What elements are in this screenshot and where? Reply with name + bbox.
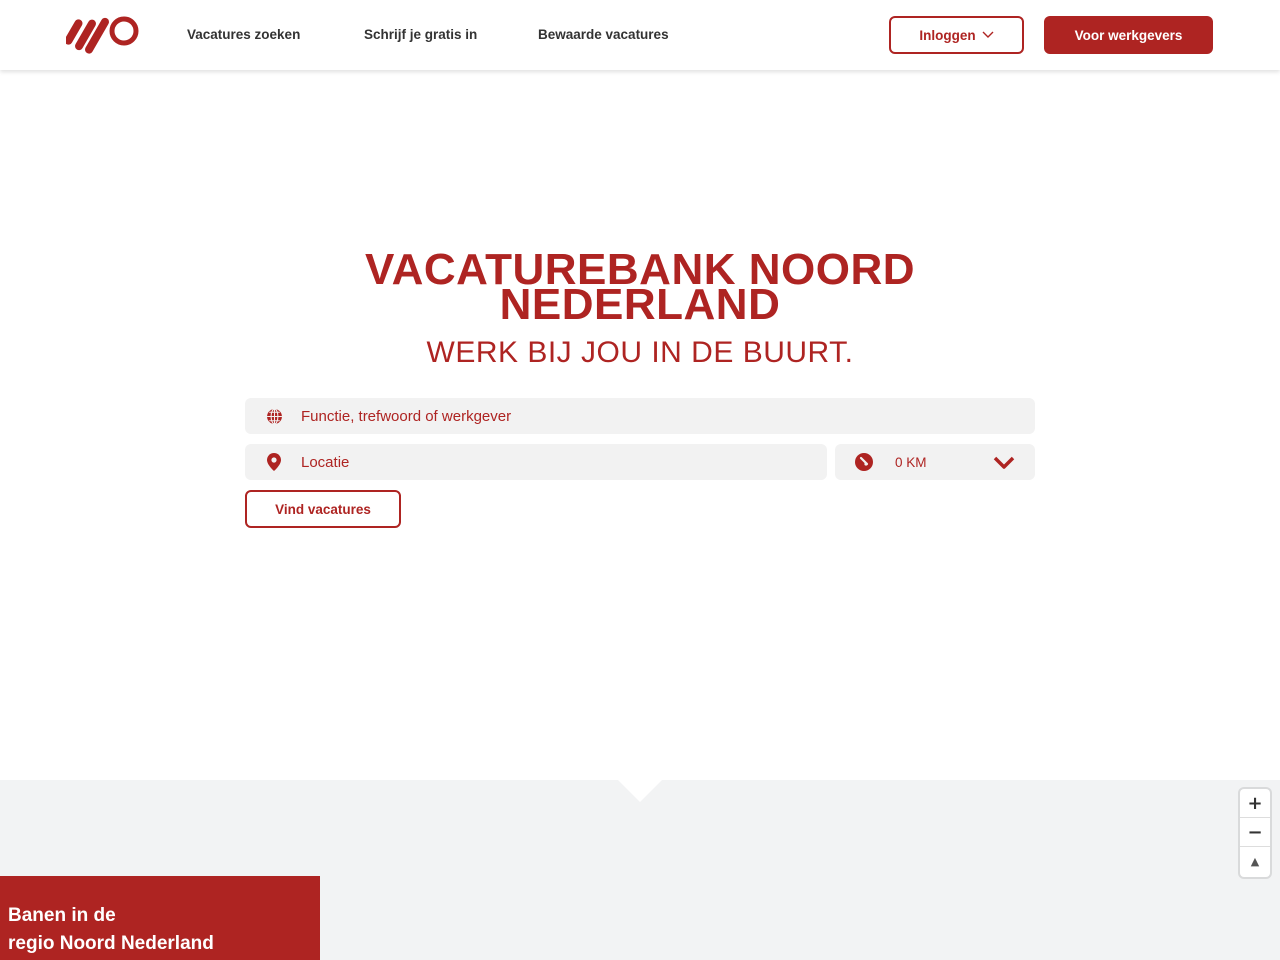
keyword-input[interactable]: Functie, trefwoord of werkgever bbox=[245, 398, 1035, 434]
nav-schrijf-je-gratis-in[interactable]: Schrijf je gratis in bbox=[364, 26, 477, 44]
nav-bewaarde-vacatures[interactable]: Bewaarde vacatures bbox=[538, 26, 669, 44]
region-title-line-1: Banen in de bbox=[8, 905, 116, 926]
location-placeholder: Locatie bbox=[301, 453, 350, 471]
chevron-down-icon bbox=[993, 456, 1015, 469]
location-pin-icon bbox=[265, 453, 283, 471]
login-label: Inloggen bbox=[919, 27, 976, 43]
radius-icon bbox=[855, 453, 873, 471]
employers-button[interactable]: Voor werkgevers bbox=[1044, 16, 1213, 54]
radius-select[interactable]: 0 KM bbox=[835, 444, 1035, 480]
find-vacancies-button[interactable]: Vind vacatures bbox=[245, 490, 401, 528]
location-input[interactable]: Locatie bbox=[245, 444, 827, 480]
keyword-placeholder: Functie, trefwoord of werkgever bbox=[301, 407, 512, 425]
title-line-2: NEDERLAND bbox=[499, 280, 781, 329]
region-panel: Banen in de regio Noord Nederland bbox=[0, 876, 320, 960]
radius-value: 0 KM bbox=[895, 454, 927, 470]
section-notch bbox=[618, 768, 662, 802]
reset-bearing-button[interactable]: ▲ bbox=[1240, 847, 1270, 876]
site-header: Vacatures zoeken Schrijf je gratis in Be… bbox=[0, 0, 1280, 70]
zoom-out-button[interactable]: − bbox=[1240, 818, 1270, 847]
region-title-line-2: regio Noord Nederland bbox=[8, 933, 214, 954]
map-controls: + − ▲ bbox=[1240, 789, 1270, 877]
logo[interactable] bbox=[66, 12, 142, 58]
chevron-down-icon bbox=[982, 31, 994, 38]
globe-icon bbox=[265, 407, 283, 425]
zoom-in-button[interactable]: + bbox=[1240, 789, 1270, 818]
nav-vacatures-zoeken[interactable]: Vacatures zoeken bbox=[187, 26, 300, 44]
page-subtitle: WERK BIJ JOU IN DE BUURT. bbox=[426, 336, 854, 369]
page-title: VACATUREBANK NOORD NEDERLAND bbox=[240, 248, 1040, 329]
login-button[interactable]: Inloggen bbox=[889, 16, 1024, 54]
